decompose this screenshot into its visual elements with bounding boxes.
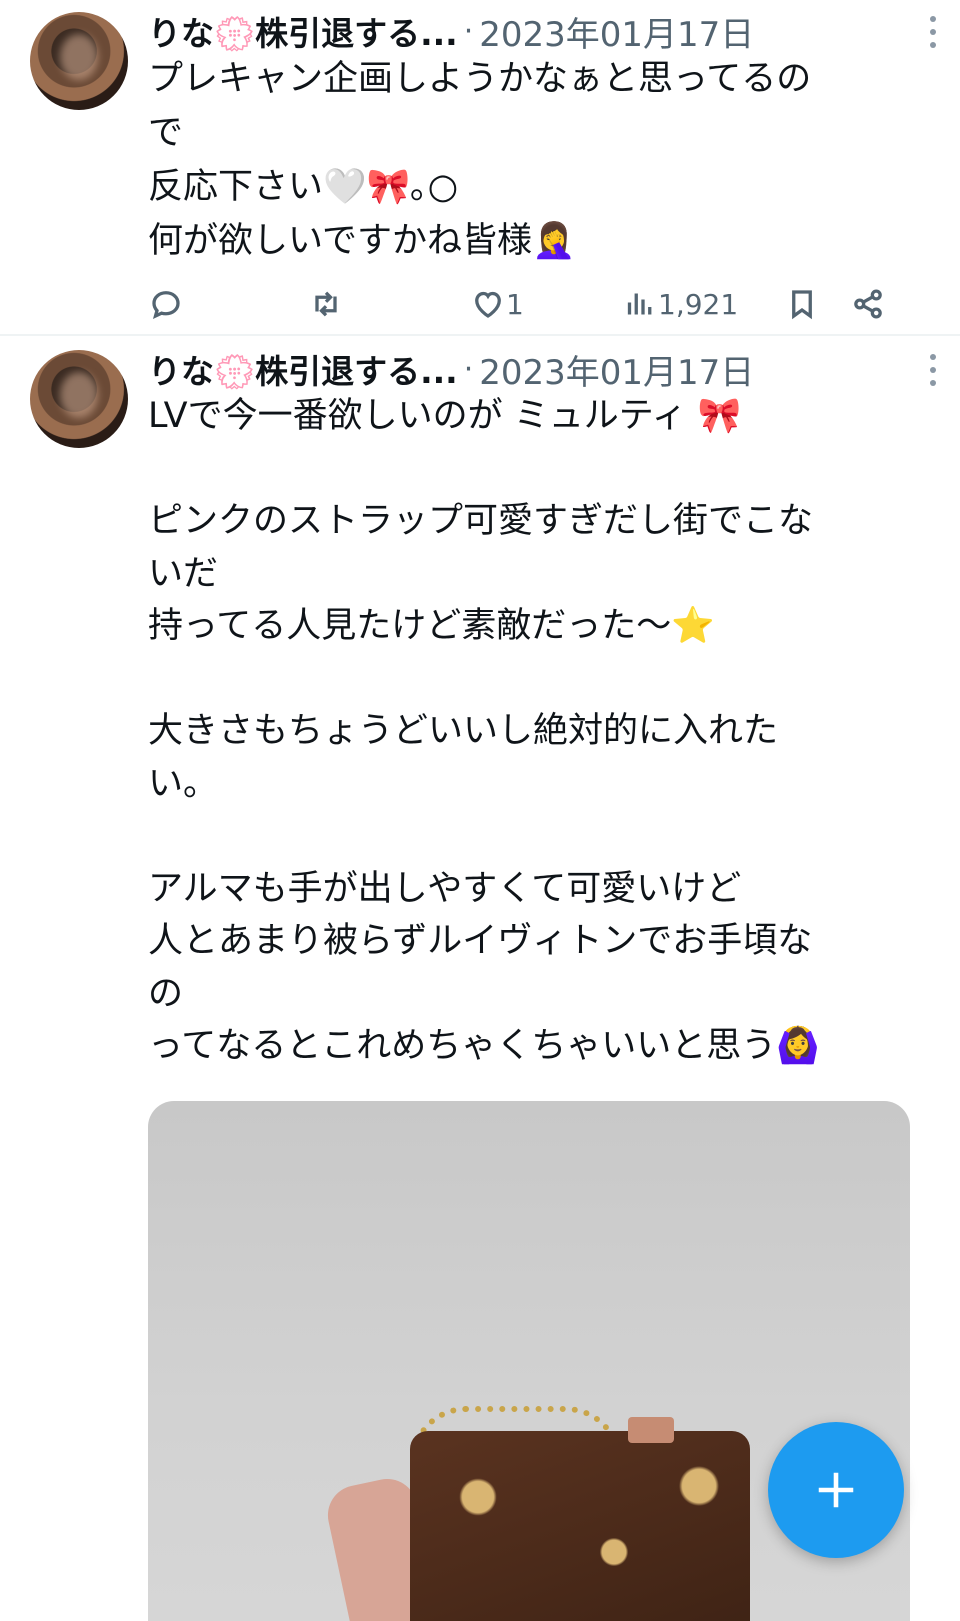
share-button[interactable] [850,286,886,322]
bookmark-icon [792,290,812,320]
bag-image [410,1430,750,1621]
retweet-button[interactable] [308,286,344,322]
bookmark-button[interactable] [784,286,820,322]
bag-tag-image [628,1416,674,1443]
share-icon [854,289,882,319]
plus-icon [818,1472,854,1508]
tweet-text: プレキャン企画しようかなぁと思ってるの で 反応下さい🤍🎀｡○ 何が欲しいですか… [148,59,812,261]
tweet-content: りな💮株引退する... · 2023年01月17日 プレキャン企画しようかなぁと… [148,12,944,334]
tweet[interactable]: りな💮株引退する... · 2023年01月17日 プレキャン企画しようかなぁと… [0,0,960,336]
tweet-actions: 1 1,921 [148,282,888,326]
display-name[interactable]: りな💮株引退する... [148,7,458,55]
views-button[interactable]: 1,921 [622,286,738,322]
reply-icon [152,291,180,319]
tweet-date[interactable]: 2023年01月17日 [479,345,754,394]
display-name[interactable]: りな💮株引退する... [148,345,458,393]
like-button[interactable]: 1 [470,286,524,322]
tweet-text: LVで今一番欲しいのが ミュルティ 🎀 ピンクのストラップ可愛すぎだし街でこな … [148,396,820,1066]
compose-button[interactable] [768,1422,904,1558]
heart-icon [475,291,501,318]
separator-dot: · [463,13,474,49]
separator-dot: · [463,351,474,387]
reply-button[interactable] [148,286,184,322]
more-options-icon[interactable] [928,16,938,48]
tweet-date[interactable]: 2023年01月17日 [479,7,754,56]
like-count: 1 [506,287,524,321]
view-count: 1,921 [658,287,739,321]
avatar[interactable] [30,12,128,110]
more-options-icon[interactable] [928,354,938,386]
views-icon [627,293,652,315]
avatar[interactable] [30,350,128,448]
tweet-header: りな💮株引退する... · 2023年01月17日 [148,350,944,393]
retweet-icon [315,291,337,317]
tweet-header: りな💮株引退する... · 2023年01月17日 [148,12,944,55]
